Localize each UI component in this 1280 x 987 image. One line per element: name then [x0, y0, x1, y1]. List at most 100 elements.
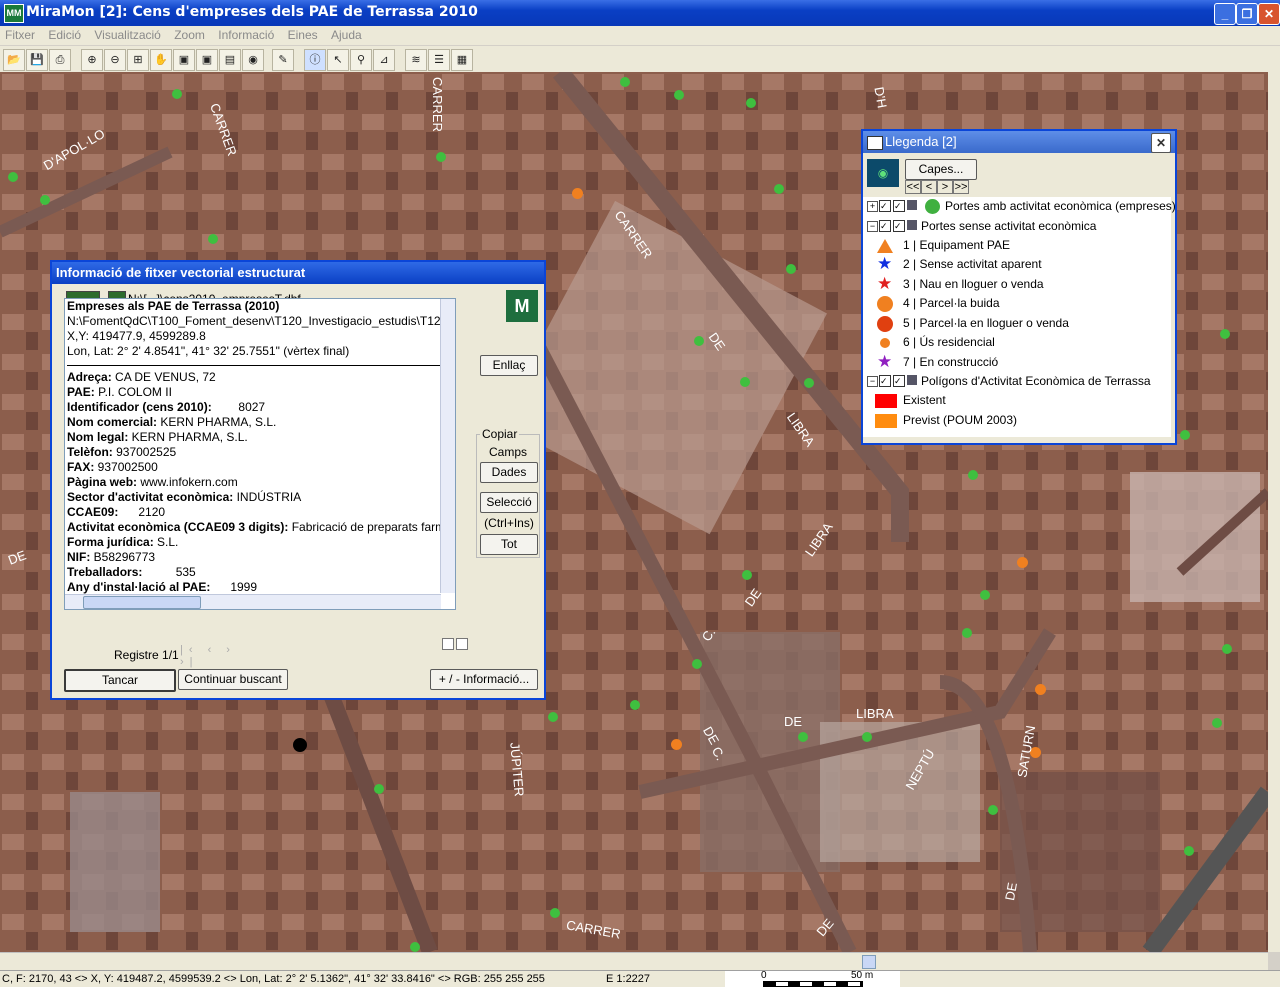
nav-last[interactable]: >>	[953, 180, 969, 194]
map-point-active[interactable]	[630, 700, 640, 710]
view-previous-icon[interactable]: ▣	[173, 49, 195, 71]
query-info-icon[interactable]: ⓘ	[304, 49, 326, 71]
layers-button[interactable]: Capes...	[905, 159, 977, 180]
expand-toggle[interactable]: +	[867, 201, 878, 212]
info-vertical-scrollbar[interactable]	[440, 299, 455, 593]
copy-fields-button[interactable]: Camps	[480, 443, 536, 462]
copy-selection-button[interactable]: Selecció	[480, 492, 538, 513]
record-nav-buttons[interactable]: |‹ ‹ › ›|	[180, 644, 258, 668]
map-point-active[interactable]	[980, 590, 990, 600]
map-point-active[interactable]	[1220, 329, 1230, 339]
visibility-checkbox[interactable]: ✓	[879, 375, 891, 387]
scroll-thumb[interactable]	[862, 955, 876, 969]
scale-bar: 0 50 m	[725, 970, 900, 987]
nav-first[interactable]: <<	[905, 180, 921, 194]
open-folder-icon[interactable]: 📂	[3, 49, 25, 71]
map-point-active[interactable]	[1180, 430, 1190, 440]
visibility-checkbox[interactable]: ✓	[879, 200, 891, 212]
full-view-icon[interactable]: ▤	[219, 49, 241, 71]
info-text-area[interactable]: Empreses als PAE de Terrassa (2010) N:\F…	[64, 298, 456, 610]
expand-toggle[interactable]: −	[867, 376, 878, 387]
map-point-active[interactable]	[674, 90, 684, 100]
minimize-button[interactable]: _	[1214, 3, 1236, 25]
map-point-active[interactable]	[550, 908, 560, 918]
miramon-app-icon[interactable]: MM	[4, 4, 24, 23]
map-point-active[interactable]	[208, 234, 218, 244]
menu-fitxer[interactable]: Fitxer	[0, 26, 40, 44]
menu-edicio[interactable]: Edició	[43, 26, 86, 44]
zoom-window-icon[interactable]: ⊞	[127, 49, 149, 71]
binoculars-search-icon[interactable]: ⚲	[350, 49, 372, 71]
map-point-active[interactable]	[774, 184, 784, 194]
menu-zoom[interactable]: Zoom	[169, 26, 210, 44]
zoom-out-icon[interactable]: ⊖	[104, 49, 126, 71]
map-point-active[interactable]	[694, 336, 704, 346]
map-point-active[interactable]	[740, 377, 750, 387]
map-point-active[interactable]	[742, 570, 752, 580]
menu-visualitzacio[interactable]: Visualització	[89, 26, 165, 44]
close-button[interactable]: ✕	[1258, 3, 1280, 25]
print-icon[interactable]: ⎙	[49, 49, 71, 71]
query-checkbox[interactable]: ✓	[893, 220, 905, 232]
menu-informacio[interactable]: Informació	[213, 26, 279, 44]
save-icon[interactable]: 💾	[26, 49, 48, 71]
visibility-checkbox[interactable]: ✓	[879, 220, 891, 232]
continue-search-button[interactable]: Continuar buscant	[178, 669, 288, 690]
map-point-active[interactable]	[692, 659, 702, 669]
map-point-active[interactable]	[1212, 718, 1222, 728]
copy-all-button[interactable]: Tot	[480, 534, 538, 555]
map-point-active[interactable]	[620, 77, 630, 87]
maximize-button[interactable]: ❐	[1236, 3, 1258, 25]
legend-nav[interactable]: << < > >>	[905, 180, 975, 194]
map-point-active[interactable]	[40, 195, 50, 205]
menu-eines[interactable]: Eines	[283, 26, 323, 44]
map-horizontal-scrollbar[interactable]	[0, 952, 1268, 970]
resize-small-icon[interactable]	[442, 638, 454, 650]
layer-manager-icon[interactable]: ▦	[451, 49, 473, 71]
view-next-icon[interactable]: ▣	[196, 49, 218, 71]
query-checkbox[interactable]: ✓	[893, 375, 905, 387]
query-checkbox[interactable]: ✓	[893, 200, 905, 212]
map-point-active[interactable]	[988, 805, 998, 815]
map-point-active[interactable]	[862, 732, 872, 742]
map-vertical-scrollbar[interactable]	[1268, 72, 1280, 952]
info-horizontal-scrollbar[interactable]	[65, 594, 441, 609]
map-point-active[interactable]	[436, 152, 446, 162]
scroll-thumb[interactable]	[83, 596, 201, 609]
map-point-active[interactable]	[1184, 846, 1194, 856]
map-point-active[interactable]	[968, 470, 978, 480]
copy-data-button[interactable]: Dades	[480, 462, 538, 483]
map-point-active[interactable]	[1222, 644, 1232, 654]
map-point-active[interactable]	[804, 378, 814, 388]
map-point-active[interactable]	[798, 732, 808, 742]
legend-icon[interactable]: ☰	[428, 49, 450, 71]
map-point-active[interactable]	[8, 172, 18, 182]
map-point-active[interactable]	[746, 98, 756, 108]
layers-icon[interactable]: ≋	[405, 49, 427, 71]
select-arrow-icon[interactable]: ↖	[327, 49, 349, 71]
pan-hand-icon[interactable]: ✋	[150, 49, 172, 71]
map-point-active[interactable]	[548, 712, 558, 722]
expand-toggle[interactable]: −	[867, 221, 878, 232]
measure-icon[interactable]: ⊿	[373, 49, 395, 71]
more-info-button[interactable]: + / - Informació...	[430, 669, 538, 690]
map-point-active[interactable]	[374, 784, 384, 794]
map-point-parcel-empty[interactable]	[1017, 557, 1028, 568]
legend-close-button[interactable]: ✕	[1151, 133, 1171, 153]
map-point-active[interactable]	[962, 628, 972, 638]
menu-ajuda[interactable]: Ajuda	[326, 26, 367, 44]
edit-pencil-icon[interactable]: ✎	[272, 49, 294, 71]
map-point-parcel-empty[interactable]	[572, 188, 583, 199]
close-dialog-button[interactable]: Tancar	[64, 669, 176, 692]
nav-prev[interactable]: <	[921, 180, 937, 194]
nav-next[interactable]: >	[937, 180, 953, 194]
link-button[interactable]: Enllaç	[480, 355, 538, 376]
map-point-active[interactable]	[410, 942, 420, 952]
zoom-in-icon[interactable]: ⊕	[81, 49, 103, 71]
map-point-parcel-empty[interactable]	[671, 739, 682, 750]
resize-large-icon[interactable]	[456, 638, 468, 650]
map-point-active[interactable]	[172, 89, 182, 99]
map-point-parcel-empty[interactable]	[1035, 684, 1046, 695]
zoom-layer-icon[interactable]: ◉	[242, 49, 264, 71]
map-point-active[interactable]	[786, 264, 796, 274]
